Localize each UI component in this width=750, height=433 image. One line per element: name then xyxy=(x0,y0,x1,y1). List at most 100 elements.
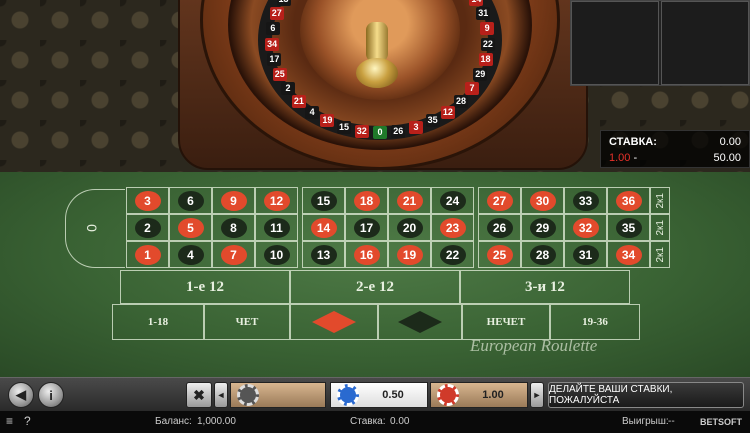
number-label: 6 xyxy=(177,190,204,211)
number-cell[interactable]: 29 xyxy=(521,214,564,241)
number-cell[interactable]: 30 xyxy=(521,187,564,214)
number-cell[interactable]: 32 xyxy=(564,214,607,241)
number-cell[interactable]: 16 xyxy=(345,241,388,268)
wheel-turret xyxy=(352,22,402,92)
wheel-number: 12 xyxy=(440,105,455,119)
column-bet-label: 2к1 xyxy=(654,246,666,263)
bet-value: 0.00 xyxy=(719,136,741,148)
chip-prev-button[interactable]: ◄ xyxy=(214,382,228,408)
number-cell[interactable]: 14 xyxy=(302,214,345,241)
number-label: 20 xyxy=(396,217,423,238)
wheel-number: 21 xyxy=(291,94,306,108)
number-label: 1 xyxy=(134,244,161,265)
zero-cell[interactable]: 0 xyxy=(65,189,125,268)
number-label: 18 xyxy=(353,190,380,211)
min-limit: 1.00 xyxy=(609,152,631,164)
number-cell[interactable]: 22 xyxy=(431,241,474,268)
number-cell[interactable]: 15 xyxy=(302,187,345,214)
info-icon: i xyxy=(49,387,53,403)
number-cell[interactable]: 1 xyxy=(126,241,169,268)
high-bet-label: 19-36 xyxy=(582,316,608,328)
menu-icon[interactable]: ≡ xyxy=(6,414,13,428)
column-bet-cell[interactable]: 2к1 xyxy=(650,214,670,241)
help-icon[interactable]: ? xyxy=(24,414,31,428)
clear-bets-button[interactable]: ✖ xyxy=(186,382,212,408)
number-cell[interactable]: 28 xyxy=(521,241,564,268)
wheel-number: 25 xyxy=(272,68,287,82)
number-label: 17 xyxy=(353,217,380,238)
number-cell[interactable]: 34 xyxy=(607,241,650,268)
arrow-left-icon: ◄ xyxy=(216,390,226,400)
balance-value: 1,000.00 xyxy=(197,416,236,427)
chip-selector[interactable]: 1.00 xyxy=(430,382,528,408)
number-label: 10 xyxy=(263,244,290,265)
number-label: 28 xyxy=(529,244,556,265)
number-cell[interactable]: 3 xyxy=(126,187,169,214)
arrow-right-icon: ► xyxy=(532,390,542,400)
brand-logo: BETSOFT xyxy=(700,417,742,427)
number-cell[interactable]: 12 xyxy=(255,187,298,214)
number-cell[interactable]: 20 xyxy=(388,214,431,241)
number-cell[interactable]: 18 xyxy=(345,187,388,214)
number-cell[interactable]: 35 xyxy=(607,214,650,241)
number-cell[interactable]: 36 xyxy=(607,187,650,214)
dozen-bet-cell[interactable]: 2-е 12 xyxy=(290,270,460,304)
info-button[interactable]: i xyxy=(38,382,64,408)
wheel-number: 17 xyxy=(267,53,282,67)
win-label: Выигрыш: xyxy=(622,416,669,427)
speaker-icon: ◀ xyxy=(16,387,26,402)
column-bet-label: 2к1 xyxy=(654,192,666,209)
dozen-bet-cell[interactable]: 3-и 12 xyxy=(460,270,630,304)
chip-next-button[interactable]: ► xyxy=(530,382,544,408)
number-cell[interactable]: 6 xyxy=(169,187,212,214)
wheel-number: 29 xyxy=(473,68,488,82)
number-cell[interactable]: 21 xyxy=(388,187,431,214)
high-bet-cell[interactable]: 19-36 xyxy=(550,304,640,340)
low-bet-cell[interactable]: 1-18 xyxy=(112,304,204,340)
control-bar: ◀ i ✖ ◄ 0.50 1.00 ► ДЕЛАЙТЕ ВАШИ СТАВКИ,… xyxy=(0,377,750,411)
black-bet-cell[interactable] xyxy=(378,304,462,340)
number-cell[interactable]: 10 xyxy=(255,241,298,268)
number-label: 11 xyxy=(263,217,290,238)
odd-bet-cell[interactable]: НЕЧЕТ xyxy=(462,304,550,340)
history-cell xyxy=(571,1,659,85)
chip-selector[interactable] xyxy=(230,382,326,408)
number-label: 24 xyxy=(439,190,466,211)
wheel-number: 35 xyxy=(425,114,440,128)
number-cell[interactable]: 9 xyxy=(212,187,255,214)
sound-button[interactable]: ◀ xyxy=(8,382,34,408)
red-bet-cell[interactable] xyxy=(290,304,378,340)
balance-label: Баланс: xyxy=(155,416,192,427)
chip-selector[interactable]: 0.50 xyxy=(330,382,428,408)
number-cell[interactable]: 17 xyxy=(345,214,388,241)
column-bet-cell[interactable]: 2к1 xyxy=(650,187,670,214)
number-cell[interactable]: 13 xyxy=(302,241,345,268)
number-cell[interactable]: 33 xyxy=(564,187,607,214)
number-label: 22 xyxy=(439,244,466,265)
number-cell[interactable]: 23 xyxy=(431,214,474,241)
column-bet-cell[interactable]: 2к1 xyxy=(650,241,670,268)
number-label: 21 xyxy=(396,190,423,211)
wheel-number: 3 xyxy=(408,120,423,134)
black-bet-diamond xyxy=(398,311,442,333)
number-cell[interactable]: 25 xyxy=(478,241,521,268)
dozen-bet-cell[interactable]: 1-е 12 xyxy=(120,270,290,304)
number-cell[interactable]: 7 xyxy=(212,241,255,268)
wheel-number: 4 xyxy=(305,105,320,119)
number-label: 4 xyxy=(177,244,204,265)
number-cell[interactable]: 8 xyxy=(212,214,255,241)
even-bet-cell[interactable]: ЧЕТ xyxy=(204,304,290,340)
number-cell[interactable]: 11 xyxy=(255,214,298,241)
number-cell[interactable]: 26 xyxy=(478,214,521,241)
number-cell[interactable]: 31 xyxy=(564,241,607,268)
dozen-bet-label: 1-е 12 xyxy=(186,278,224,295)
number-cell[interactable]: 5 xyxy=(169,214,212,241)
odd-bet-label: НЕЧЕТ xyxy=(486,316,526,328)
number-cell[interactable]: 27 xyxy=(478,187,521,214)
status-bar: ≡ ? Баланс: 1,000.00 Ставка: 0.00 Выигры… xyxy=(0,411,750,433)
number-cell[interactable]: 24 xyxy=(431,187,474,214)
even-bet-label: ЧЕТ xyxy=(235,316,259,328)
number-cell[interactable]: 19 xyxy=(388,241,431,268)
number-cell[interactable]: 2 xyxy=(126,214,169,241)
number-cell[interactable]: 4 xyxy=(169,241,212,268)
